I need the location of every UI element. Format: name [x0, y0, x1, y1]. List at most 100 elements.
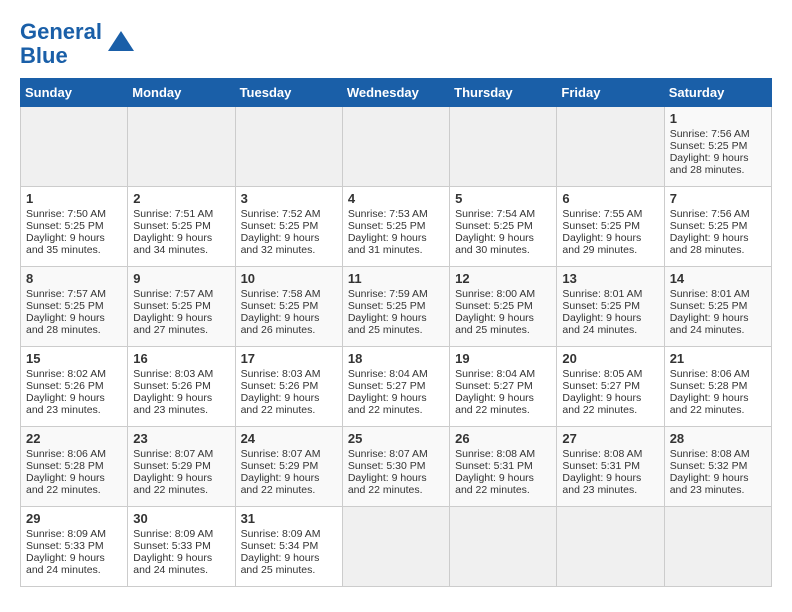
logo: General Blue [20, 20, 136, 68]
daylight-text: Daylight: 9 hours and 25 minutes. [455, 312, 534, 336]
daylight-text: Daylight: 9 hours and 22 minutes. [133, 472, 212, 496]
day-number: 27 [562, 431, 658, 446]
day-cell [342, 107, 449, 187]
daylight-text: Daylight: 9 hours and 30 minutes. [455, 232, 534, 256]
day-cell [557, 107, 664, 187]
sunrise-text: Sunrise: 7:58 AM [241, 288, 321, 300]
daylight-text: Daylight: 9 hours and 22 minutes. [26, 472, 105, 496]
sunrise-text: Sunrise: 7:50 AM [26, 208, 106, 220]
day-number: 1 [26, 191, 122, 206]
daylight-text: Daylight: 9 hours and 23 minutes. [562, 472, 641, 496]
day-number: 24 [241, 431, 337, 446]
day-cell: 10Sunrise: 7:58 AMSunset: 5:25 PMDayligh… [235, 267, 342, 347]
sunset-text: Sunset: 5:27 PM [348, 380, 426, 392]
daylight-text: Daylight: 9 hours and 25 minutes. [241, 552, 320, 576]
daylight-text: Daylight: 9 hours and 22 minutes. [241, 472, 320, 496]
week-row-2: 8Sunrise: 7:57 AMSunset: 5:25 PMDaylight… [21, 267, 772, 347]
day-number: 10 [241, 271, 337, 286]
sunset-text: Sunset: 5:28 PM [26, 460, 104, 472]
sunset-text: Sunset: 5:33 PM [26, 540, 104, 552]
day-number: 30 [133, 511, 229, 526]
sunrise-text: Sunrise: 8:08 AM [455, 448, 535, 460]
day-cell: 23Sunrise: 8:07 AMSunset: 5:29 PMDayligh… [128, 427, 235, 507]
sunrise-text: Sunrise: 8:03 AM [241, 368, 321, 380]
day-cell [128, 107, 235, 187]
sunset-text: Sunset: 5:25 PM [26, 220, 104, 232]
daylight-text: Daylight: 9 hours and 29 minutes. [562, 232, 641, 256]
day-cell: 12 Sunrise: 8:00 AMSunset: 5:25 PMDayligh… [450, 267, 557, 347]
day-number: 29 [26, 511, 122, 526]
sunset-text: Sunset: 5:31 PM [455, 460, 533, 472]
day-number: 6 [562, 191, 658, 206]
day-cell: 15Sunrise: 8:02 AMSunset: 5:26 PMDayligh… [21, 347, 128, 427]
day-number: 19 [455, 351, 551, 366]
day-cell: 26Sunrise: 8:08 AMSunset: 5:31 PMDayligh… [450, 427, 557, 507]
daylight-text: Daylight: 9 hours and 23 minutes. [670, 472, 749, 496]
day-cell: 30Sunrise: 8:09 AMSunset: 5:33 PMDayligh… [128, 507, 235, 587]
sunset-text: Sunset: 5:25 PM [670, 140, 748, 152]
sunrise-text: Sunrise: 8:02 AM [26, 368, 106, 380]
daylight-text: Daylight: 9 hours and 24 minutes. [670, 312, 749, 336]
sunrise-text: Sunrise: 7:56 AM [670, 128, 750, 140]
day-cell: 13Sunrise: 8:01 AMSunset: 5:25 PMDayligh… [557, 267, 664, 347]
daylight-text: Daylight: 9 hours and 28 minutes. [670, 232, 749, 256]
sunrise-text: Sunrise: 8:07 AM [241, 448, 321, 460]
header-cell-sunday: Sunday [21, 79, 128, 107]
sunrise-text: Sunrise: 8:05 AM [562, 368, 642, 380]
day-cell: 19Sunrise: 8:04 AMSunset: 5:27 PMDayligh… [450, 347, 557, 427]
day-number: 20 [562, 351, 658, 366]
sunset-text: Sunset: 5:26 PM [241, 380, 319, 392]
day-cell: 11 Sunrise: 7:59 AMSunset: 5:25 PMDayligh… [342, 267, 449, 347]
daylight-text: Daylight: 9 hours and 22 minutes. [241, 392, 320, 416]
sunrise-text: Sunrise: 8:09 AM [26, 528, 106, 540]
sunrise-text: Sunrise: 8:00 AM [455, 288, 535, 300]
day-cell [557, 507, 664, 587]
week-row-1: 1Sunrise: 7:50 AMSunset: 5:25 PMDaylight… [21, 187, 772, 267]
day-cell: 27Sunrise: 8:08 AMSunset: 5:31 PMDayligh… [557, 427, 664, 507]
daylight-text: Daylight: 9 hours and 28 minutes. [26, 312, 105, 336]
day-cell: 8Sunrise: 7:57 AMSunset: 5:25 PMDaylight… [21, 267, 128, 347]
header-cell-monday: Monday [128, 79, 235, 107]
day-number: 4 [348, 191, 444, 206]
day-number: 9 [133, 271, 229, 286]
day-number: 13 [562, 271, 658, 286]
day-number: 25 [348, 431, 444, 446]
day-cell: 5Sunrise: 7:54 AMSunset: 5:25 PMDaylight… [450, 187, 557, 267]
sunset-text: Sunset: 5:25 PM [455, 300, 533, 312]
day-cell: 18Sunrise: 8:04 AMSunset: 5:27 PMDayligh… [342, 347, 449, 427]
day-number: 7 [670, 191, 766, 206]
day-cell: 1 Sunrise: 7:50 AMSunset: 5:25 PMDaylight… [21, 187, 128, 267]
day-number: 22 [26, 431, 122, 446]
day-cell: 4Sunrise: 7:53 AMSunset: 5:25 PMDaylight… [342, 187, 449, 267]
day-cell: 17 Sunrise: 8:03 AMSunset: 5:26 PMDayligh… [235, 347, 342, 427]
day-cell [342, 507, 449, 587]
sunset-text: Sunset: 5:34 PM [241, 540, 319, 552]
sunrise-text: Sunrise: 8:08 AM [670, 448, 750, 460]
sunrise-text: Sunrise: 8:04 AM [348, 368, 428, 380]
sunrise-text: Sunrise: 7:59 AM [348, 288, 428, 300]
daylight-text: Daylight: 9 hours and 24 minutes. [562, 312, 641, 336]
day-number: 17 [241, 351, 337, 366]
day-number: 5 [455, 191, 551, 206]
daylight-text: Daylight: 9 hours and 22 minutes. [562, 392, 641, 416]
daylight-text: Daylight: 9 hours and 24 minutes. [26, 552, 105, 576]
day-number: 28 [670, 431, 766, 446]
day-number: 12 [455, 271, 551, 286]
day-cell: 29 Sunrise: 8:09 AMSunset: 5:33 PMDayligh… [21, 507, 128, 587]
week-row-5: 29Sunrise: 8:09 AMSunset: 5:33 PMDayligh… [21, 507, 772, 587]
sunrise-text: Sunrise: 7:57 AM [133, 288, 213, 300]
sunset-text: Sunset: 5:29 PM [133, 460, 211, 472]
day-number: 11 [348, 271, 444, 286]
daylight-text: Daylight: 9 hours and 25 minutes. [348, 312, 427, 336]
day-cell [450, 107, 557, 187]
sunset-text: Sunset: 5:27 PM [455, 380, 533, 392]
sunrise-text: Sunrise: 8:06 AM [670, 368, 750, 380]
daylight-text: Daylight: 9 hours and 35 minutes. [26, 232, 105, 256]
sunset-text: Sunset: 5:26 PM [133, 380, 211, 392]
day-number: 15 [26, 351, 122, 366]
day-cell: 14Sunrise: 8:01 AMSunset: 5:25 PMDayligh… [664, 267, 771, 347]
sunrise-text: Sunrise: 7:52 AM [241, 208, 321, 220]
sunset-text: Sunset: 5:25 PM [348, 300, 426, 312]
daylight-text: Daylight: 9 hours and 27 minutes. [133, 312, 212, 336]
daylight-text: Daylight: 9 hours and 34 minutes. [133, 232, 212, 256]
